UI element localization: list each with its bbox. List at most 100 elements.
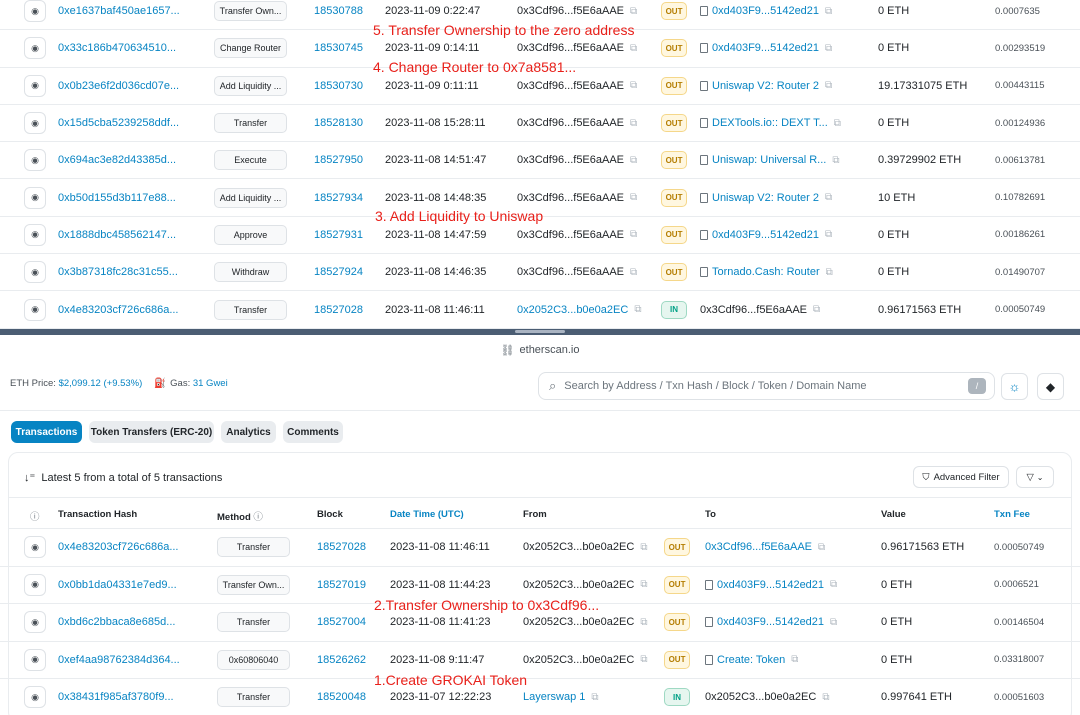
tab-transactions[interactable]: Transactions xyxy=(11,421,82,443)
copy-icon[interactable]: ⧉ xyxy=(826,267,833,278)
divider-handle[interactable] xyxy=(515,330,565,333)
txn-hash-link[interactable]: 0xe1637baf450ae1657... xyxy=(58,0,180,29)
to-address[interactable]: Uniswap V2: Router 2 xyxy=(712,80,819,92)
advanced-filter-button[interactable]: ⛉ Advanced Filter xyxy=(913,466,1009,488)
copy-icon[interactable]: ⧉ xyxy=(830,617,837,628)
txn-hash-link[interactable]: 0xb50d155d3b117e88... xyxy=(58,180,176,216)
search-box[interactable]: ⌕ Search by Address / Txn Hash / Block /… xyxy=(538,372,995,400)
block-link[interactable]: 18527004 xyxy=(317,604,366,641)
help-icon[interactable]: ⓘ xyxy=(30,509,40,523)
preview-eye-button[interactable]: ◉ xyxy=(24,648,46,671)
block-link[interactable]: 18530730 xyxy=(314,68,363,104)
preview-eye-button[interactable]: ◉ xyxy=(24,74,46,97)
to-address[interactable]: Create: Token xyxy=(717,654,785,666)
block-link[interactable]: 18527931 xyxy=(314,217,363,253)
preview-eye-button[interactable]: ◉ xyxy=(24,149,46,172)
block-link[interactable]: 18530788 xyxy=(314,0,363,29)
copy-icon[interactable]: ⧉ xyxy=(630,118,637,129)
copy-icon[interactable]: ⧉ xyxy=(630,229,637,240)
copy-icon[interactable]: ⧉ xyxy=(834,118,841,129)
copy-icon[interactable]: ⧉ xyxy=(640,654,647,665)
copy-icon[interactable]: ⧉ xyxy=(822,692,829,703)
txn-hash-link[interactable]: 0x4e83203cf726c686a... xyxy=(58,291,179,327)
to-address[interactable]: DEXTools.io:: DEXT T... xyxy=(712,117,828,129)
tab-analytics[interactable]: Analytics xyxy=(221,421,276,443)
preview-eye-button[interactable]: ◉ xyxy=(24,186,46,209)
to-address[interactable]: 0xd403F9...5142ed21 xyxy=(717,579,824,591)
col-txn-fee[interactable]: Txn Fee xyxy=(994,509,1030,520)
info-icon[interactable]: ⓘ xyxy=(253,512,263,523)
preview-eye-button[interactable]: ◉ xyxy=(24,573,46,596)
block-link[interactable]: 18520048 xyxy=(317,679,366,715)
copy-icon[interactable]: ⧉ xyxy=(640,617,647,628)
txn-hash-link[interactable]: 0x4e83203cf726c686a... xyxy=(58,529,179,566)
copy-icon[interactable]: ⧉ xyxy=(825,6,832,17)
filter-dropdown-button[interactable]: ▽ ⌄ xyxy=(1016,466,1054,488)
copy-icon[interactable]: ⧉ xyxy=(825,43,832,54)
block-link[interactable]: 18527028 xyxy=(317,529,366,566)
txn-hash-link[interactable]: 0x3b87318fc28c31c55... xyxy=(58,254,178,290)
copy-icon[interactable]: ⧉ xyxy=(634,304,641,315)
copy-icon[interactable]: ⧉ xyxy=(630,80,637,91)
block-link[interactable]: 18527028 xyxy=(314,291,363,327)
preview-eye-button[interactable]: ◉ xyxy=(24,112,46,135)
copy-icon[interactable]: ⧉ xyxy=(818,542,825,553)
from-address[interactable]: 0x2052C3...b0e0a2EC xyxy=(517,304,628,316)
col-datetime[interactable]: Date Time (UTC) xyxy=(390,509,464,520)
copy-icon[interactable]: ⧉ xyxy=(825,192,832,203)
to-address[interactable]: 0xd403F9...5142ed21 xyxy=(712,5,819,17)
block-link[interactable]: 18528130 xyxy=(314,105,363,141)
from-address[interactable]: Layerswap 1 xyxy=(523,691,585,703)
block-link[interactable]: 18527934 xyxy=(314,180,363,216)
copy-icon[interactable]: ⧉ xyxy=(640,579,647,590)
to-address[interactable]: Uniswap: Universal R... xyxy=(712,154,826,166)
copy-icon[interactable]: ⧉ xyxy=(640,542,647,553)
preview-eye-button[interactable]: ◉ xyxy=(24,536,46,559)
theme-toggle-button[interactable]: ☼ xyxy=(1001,373,1028,400)
search-input[interactable]: Search by Address / Txn Hash / Block / T… xyxy=(564,380,866,392)
to-address[interactable]: 0xd403F9...5142ed21 xyxy=(717,616,824,628)
copy-icon[interactable]: ⧉ xyxy=(825,80,832,91)
txn-hash-link[interactable]: 0x1888dbc458562147... xyxy=(58,217,176,253)
to-address[interactable]: 0xd403F9...5142ed21 xyxy=(712,229,819,241)
txn-hash-link[interactable]: 0x38431f985af3780f9... xyxy=(58,679,174,715)
txn-hash-link[interactable]: 0x15d5cba5239258ddf... xyxy=(58,105,179,141)
copy-icon[interactable]: ⧉ xyxy=(630,155,637,166)
copy-icon[interactable]: ⧉ xyxy=(813,304,820,315)
copy-icon[interactable]: ⧉ xyxy=(630,192,637,203)
txn-hash-link[interactable]: 0x694ac3e82d43385d... xyxy=(58,142,176,178)
block-link[interactable]: 18526262 xyxy=(317,642,366,679)
to-address[interactable]: 0xd403F9...5142ed21 xyxy=(712,42,819,54)
eth-price-value[interactable]: $2,099.12 (+9.53%) xyxy=(59,378,143,389)
txn-hash-link[interactable]: 0x0b23e6f2d036cd07e... xyxy=(58,68,179,104)
txn-hash-link[interactable]: 0x33c186b470634510... xyxy=(58,30,176,66)
txn-hash-link[interactable]: 0xef4aa98762384d364... xyxy=(58,642,180,679)
copy-icon[interactable]: ⧉ xyxy=(825,229,832,240)
block-link[interactable]: 18527019 xyxy=(317,567,366,604)
url-bar[interactable]: ⛓ etherscan.io xyxy=(0,335,1080,365)
block-link[interactable]: 18530745 xyxy=(314,30,363,66)
to-address[interactable]: Uniswap V2: Router 2 xyxy=(712,192,819,204)
copy-icon[interactable]: ⧉ xyxy=(832,155,839,166)
copy-icon[interactable]: ⧉ xyxy=(630,43,637,54)
copy-icon[interactable]: ⧉ xyxy=(830,579,837,590)
preview-eye-button[interactable]: ◉ xyxy=(24,261,46,284)
preview-eye-button[interactable]: ◉ xyxy=(24,298,46,321)
preview-eye-button[interactable]: ◉ xyxy=(24,611,46,634)
network-switch-button[interactable]: ◆ xyxy=(1037,373,1064,400)
tab-token-transfers[interactable]: Token Transfers (ERC-20) xyxy=(89,421,214,443)
copy-icon[interactable]: ⧉ xyxy=(591,692,598,703)
txn-hash-link[interactable]: 0xbd6c2bbaca8e685d... xyxy=(58,604,175,641)
txn-hash-link[interactable]: 0x0bb1da04331e7ed9... xyxy=(58,567,177,604)
preview-eye-button[interactable]: ◉ xyxy=(24,37,46,60)
copy-icon[interactable]: ⧉ xyxy=(630,267,637,278)
gas-value[interactable]: 31 Gwei xyxy=(193,378,228,389)
copy-icon[interactable]: ⧉ xyxy=(791,654,798,665)
preview-eye-button[interactable]: ◉ xyxy=(24,686,46,709)
tab-comments[interactable]: Comments xyxy=(283,421,343,443)
preview-eye-button[interactable]: ◉ xyxy=(24,0,46,23)
block-link[interactable]: 18527924 xyxy=(314,254,363,290)
to-address[interactable]: Tornado.Cash: Router xyxy=(712,266,820,278)
preview-eye-button[interactable]: ◉ xyxy=(24,223,46,246)
to-address[interactable]: 0x3Cdf96...f5E6aAAE xyxy=(705,541,812,553)
